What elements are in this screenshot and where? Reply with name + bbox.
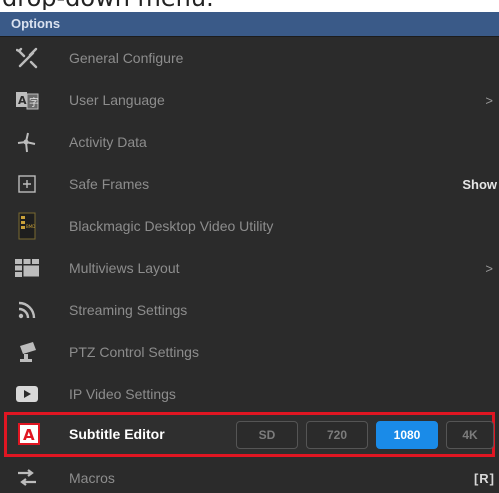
menu-item-label: IP Video Settings bbox=[69, 386, 176, 402]
resolution-1080-button[interactable]: 1080 bbox=[376, 421, 438, 449]
safe-frames-value[interactable]: Show bbox=[462, 177, 497, 192]
submenu-arrow: > bbox=[485, 260, 493, 276]
menu-item-label: Multiviews Layout bbox=[69, 260, 180, 276]
menu-item-user-language[interactable]: A字 User Language > bbox=[0, 79, 499, 121]
menu-item-safe-frames[interactable]: Safe Frames Show bbox=[0, 163, 499, 205]
menu-item-label: PTZ Control Settings bbox=[69, 344, 199, 360]
svg-text:字: 字 bbox=[29, 96, 39, 109]
menu-item-label: Activity Data bbox=[69, 134, 147, 150]
activity-icon bbox=[14, 129, 40, 155]
blackmagic-icon: BMD bbox=[14, 212, 40, 240]
menu-item-label: Safe Frames bbox=[69, 176, 150, 192]
macros-hotkey: [R] bbox=[473, 470, 495, 486]
subtitle-editor-label: Subtitle Editor bbox=[69, 426, 165, 442]
menu-title: Options bbox=[0, 12, 499, 37]
menu-item-label: Macros bbox=[69, 470, 115, 486]
submenu-arrow: > bbox=[485, 92, 493, 108]
ptz-camera-icon bbox=[14, 339, 40, 365]
language-icon: A字 bbox=[14, 87, 40, 113]
tools-icon bbox=[14, 45, 40, 71]
svg-text:A: A bbox=[23, 426, 35, 444]
menu-item-label: General Configure bbox=[69, 50, 184, 66]
macros-icon bbox=[14, 465, 40, 491]
menu-item-ip-video-settings[interactable]: IP Video Settings bbox=[0, 373, 499, 415]
menu-item-label: User Language bbox=[69, 92, 165, 108]
subtitle-editor-icon: A bbox=[16, 421, 42, 447]
resolution-sd-button[interactable]: SD bbox=[236, 421, 298, 449]
menu-item-label: Blackmagic Desktop Video Utility bbox=[69, 218, 274, 234]
multiview-icon bbox=[14, 255, 40, 281]
caption-text: drop-down menu. bbox=[0, 0, 499, 10]
safe-frames-icon bbox=[14, 171, 40, 197]
ip-video-icon bbox=[14, 381, 40, 407]
resolution-720-button[interactable]: 720 bbox=[306, 421, 368, 449]
menu-item-ptz-control[interactable]: PTZ Control Settings bbox=[0, 331, 499, 373]
menu-item-blackmagic-utility[interactable]: BMD Blackmagic Desktop Video Utility bbox=[0, 205, 499, 247]
svg-text:A: A bbox=[18, 94, 27, 107]
menu-item-activity-data[interactable]: Activity Data bbox=[0, 121, 499, 163]
resolution-4k-button[interactable]: 4K bbox=[446, 421, 494, 449]
menu-item-macros[interactable]: Macros [R] bbox=[0, 457, 499, 493]
streaming-icon bbox=[14, 297, 40, 323]
menu-item-streaming-settings[interactable]: Streaming Settings bbox=[0, 289, 499, 331]
svg-text:BMD: BMD bbox=[26, 224, 35, 229]
menu-item-multiviews-layout[interactable]: Multiviews Layout > bbox=[0, 247, 499, 289]
menu-item-label: Streaming Settings bbox=[69, 302, 188, 318]
menu-item-general-configure[interactable]: General Configure bbox=[0, 37, 499, 79]
